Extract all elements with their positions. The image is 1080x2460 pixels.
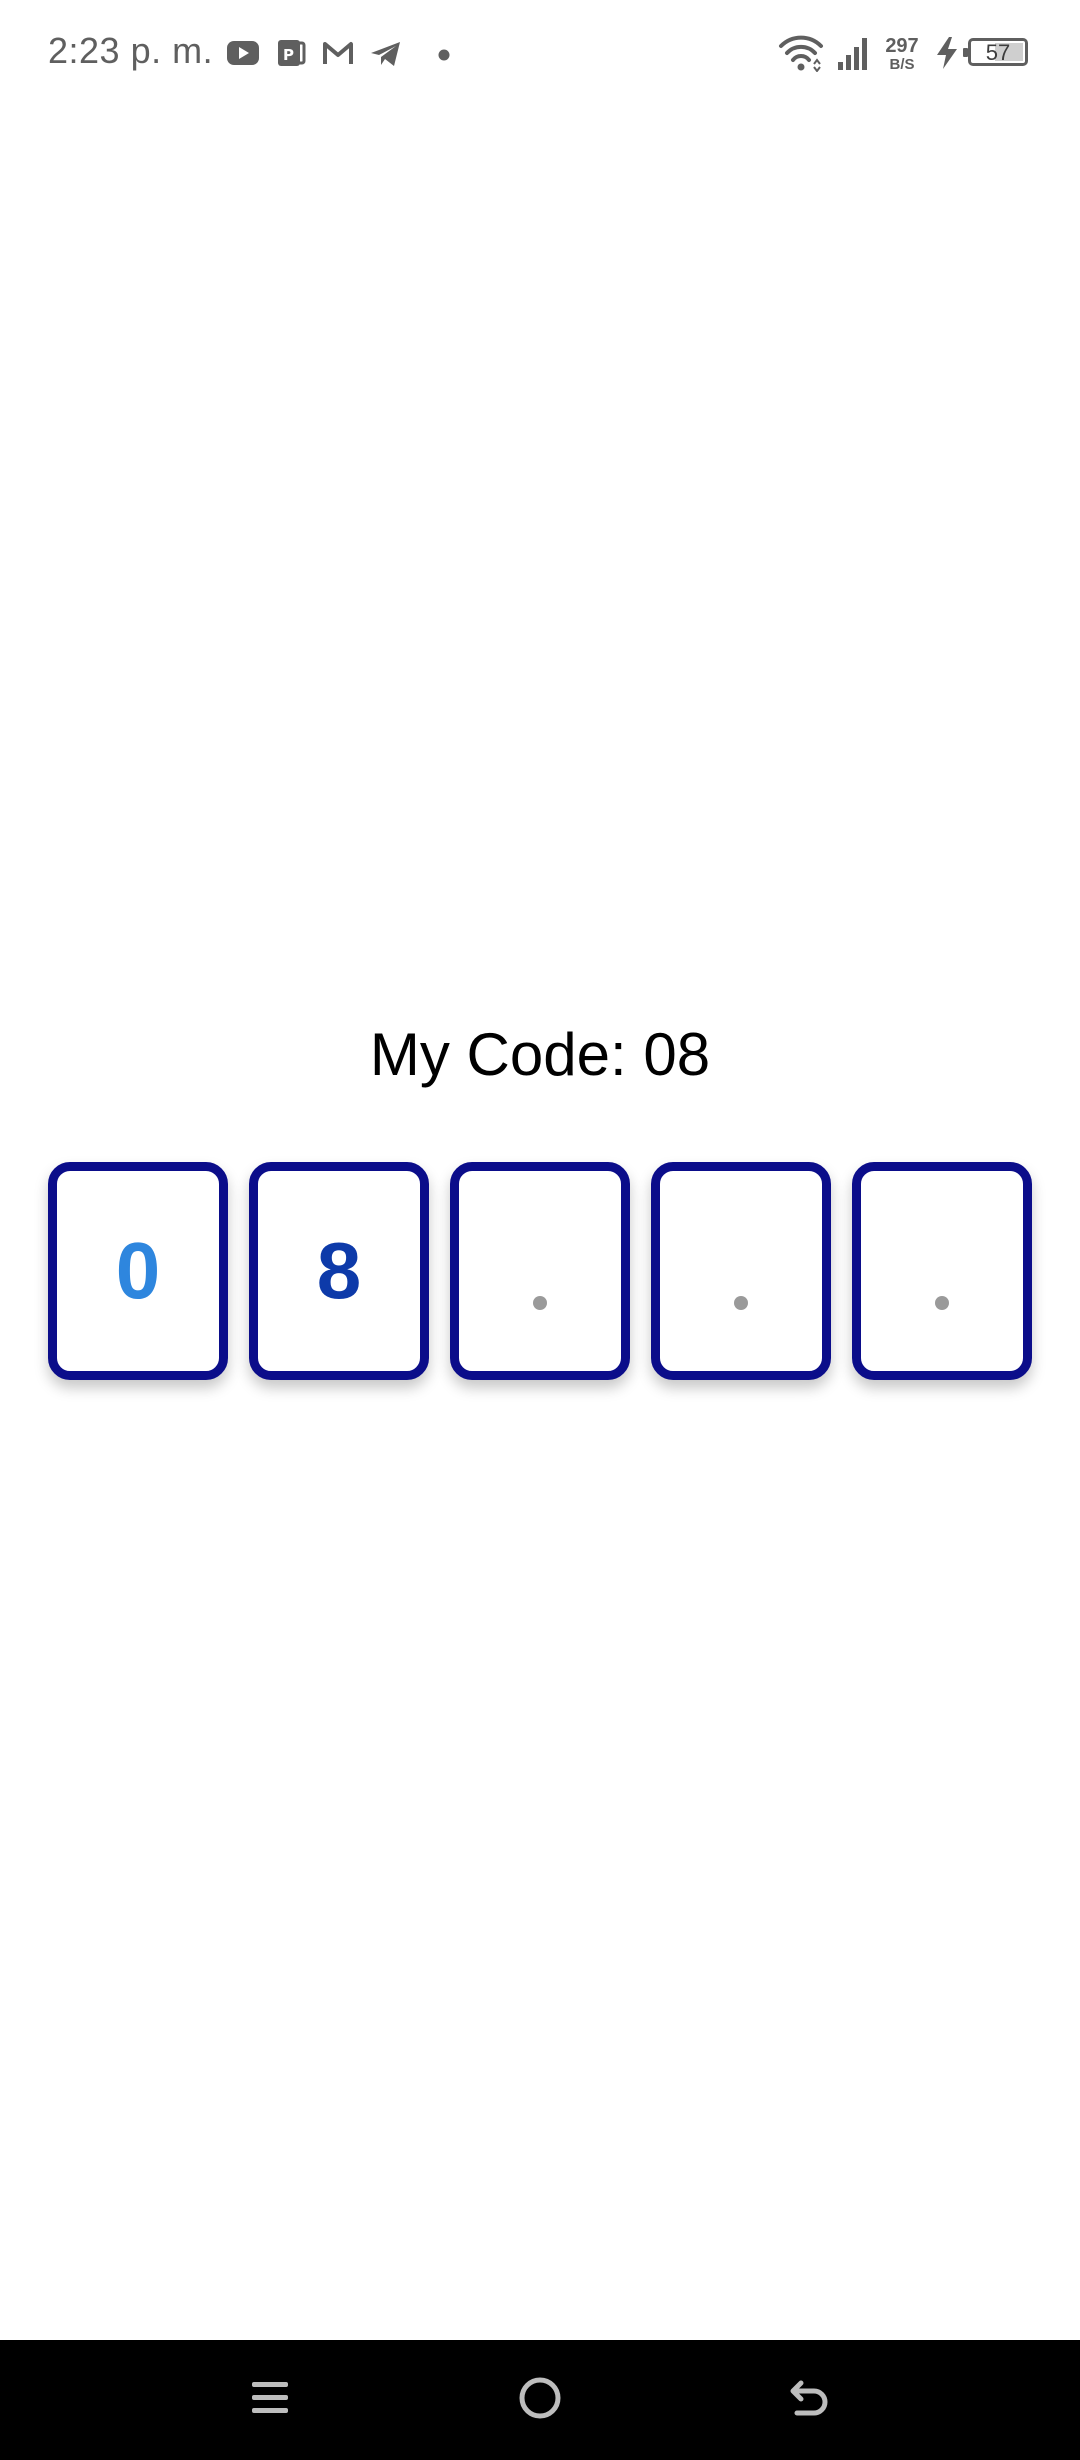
code-box-3[interactable] — [450, 1162, 630, 1380]
empty-slot-dot — [533, 1296, 547, 1310]
youtube-icon — [226, 40, 260, 71]
status-bar: 2:23 p. m. P 297 B/S 57 — [0, 0, 1080, 110]
empty-slot-dot — [734, 1296, 748, 1310]
more-dot-icon — [438, 48, 450, 66]
battery-level: 57 — [985, 40, 1011, 65]
code-box-2[interactable]: 8 — [249, 1162, 429, 1380]
telegram-icon — [370, 40, 402, 73]
network-speed-unit: B/S — [889, 56, 915, 73]
battery-icon: 57 — [963, 38, 1028, 66]
network-speed: 297 B/S — [883, 36, 921, 72]
code-box-5[interactable] — [852, 1162, 1032, 1380]
gmail-icon — [322, 40, 354, 71]
svg-text:P: P — [283, 46, 294, 64]
pdf-app-icon: P — [276, 38, 306, 73]
home-button[interactable] — [460, 2340, 620, 2460]
back-button[interactable] — [730, 2340, 890, 2460]
navigation-bar — [0, 2340, 1080, 2460]
home-icon — [517, 2375, 563, 2426]
network-speed-value: 297 — [885, 35, 919, 57]
code-digit: 8 — [316, 1226, 362, 1315]
screen: 2:23 p. m. P 297 B/S 57 My Code: 08 0 8 — [0, 0, 1080, 2460]
code-digit: 0 — [115, 1226, 161, 1315]
charging-icon — [934, 36, 960, 75]
empty-slot-dot — [935, 1296, 949, 1310]
back-icon — [787, 2375, 833, 2426]
code-title: My Code: 08 — [0, 1020, 1080, 1089]
code-input-row: 0 8 — [48, 1162, 1032, 1380]
code-title-label: My Code: — [369, 1021, 627, 1088]
menu-icon — [248, 2378, 292, 2423]
code-title-value: 08 — [643, 1021, 711, 1088]
menu-button[interactable] — [190, 2340, 350, 2460]
code-box-1[interactable]: 0 — [48, 1162, 228, 1380]
wifi-icon — [778, 34, 824, 77]
code-box-4[interactable] — [651, 1162, 831, 1380]
status-time: 2:23 p. m. — [48, 30, 214, 71]
signal-icon — [836, 34, 872, 77]
